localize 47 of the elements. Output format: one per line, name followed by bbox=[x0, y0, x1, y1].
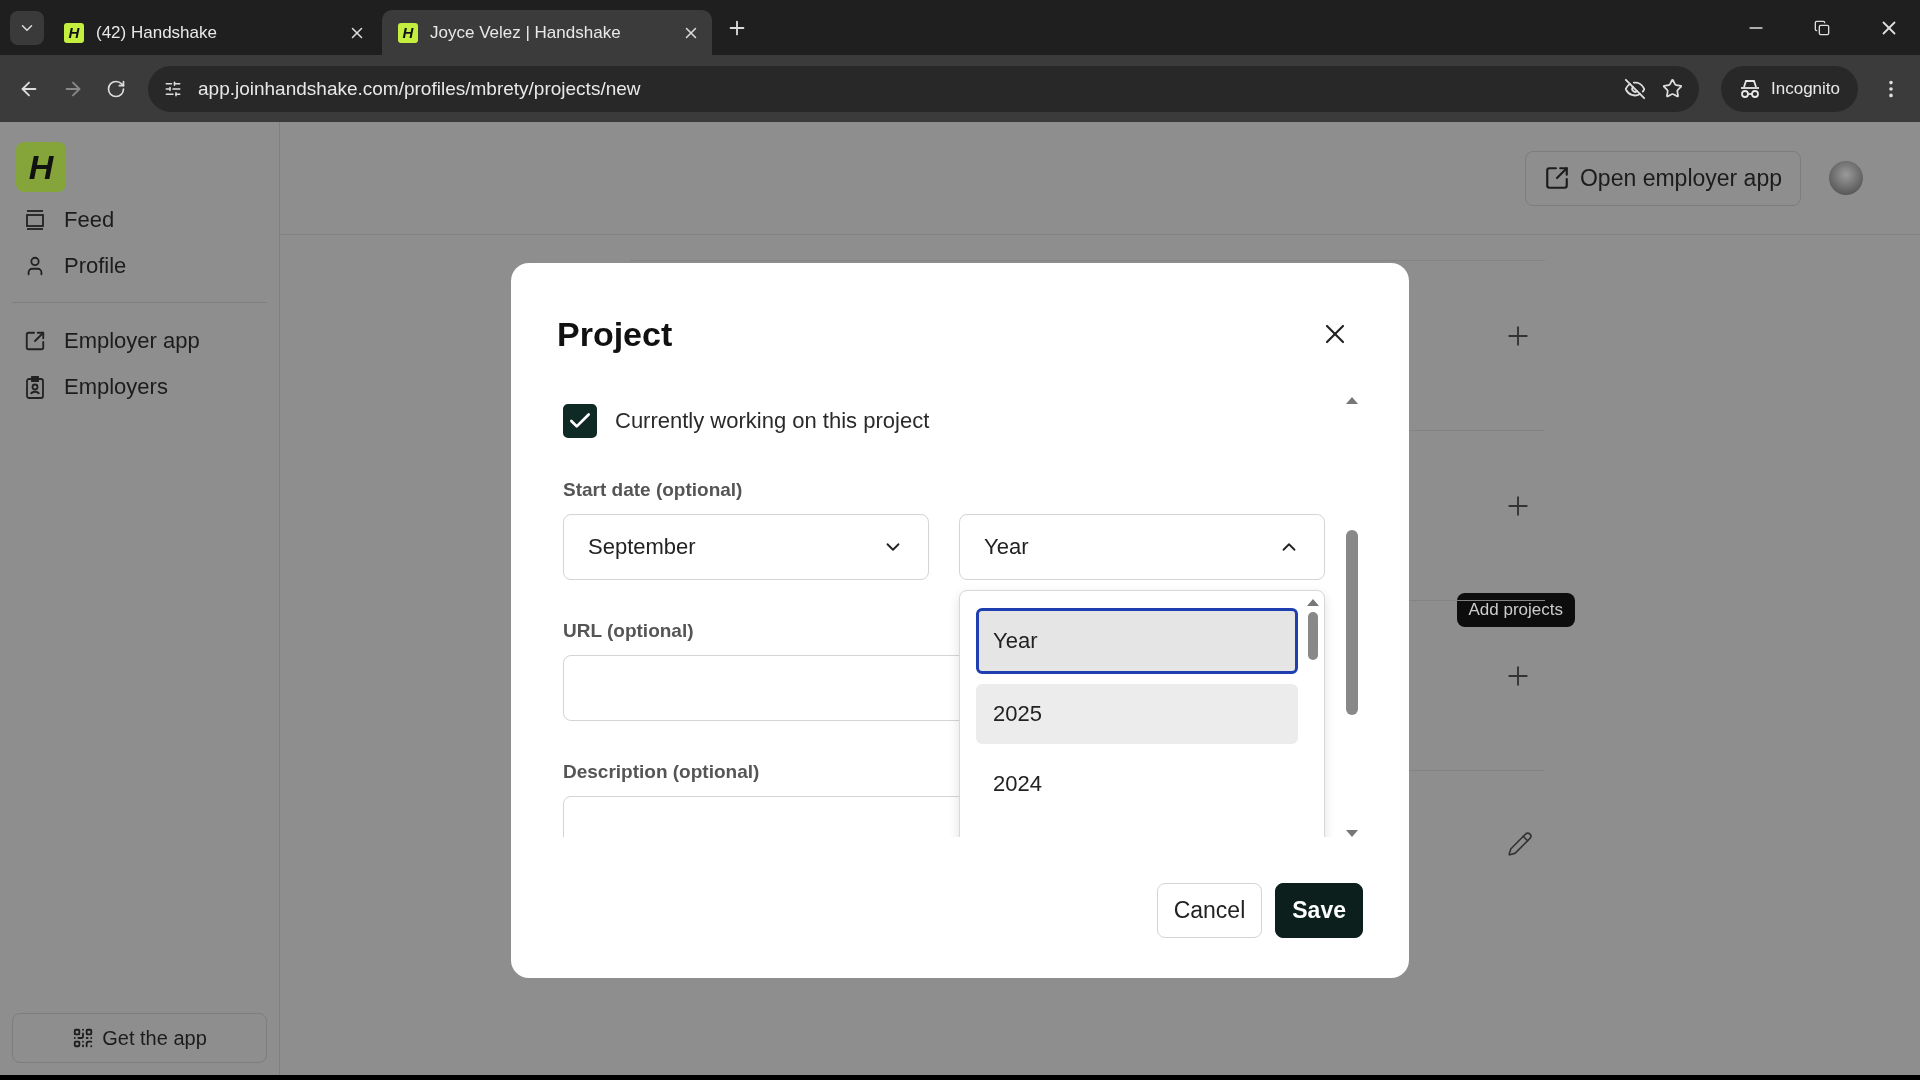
id-badge-icon bbox=[24, 375, 46, 399]
external-link-icon bbox=[24, 330, 46, 352]
sidebar-label: Employer app bbox=[64, 328, 200, 354]
sidebar-label: Profile bbox=[64, 253, 127, 279]
sidebar-item[interactable]: Employers bbox=[12, 367, 267, 407]
sidebar-label: Feed bbox=[64, 207, 115, 233]
url-text: app.joinhandshake.com/profiles/mbrety/projects/new bbox=[198, 77, 642, 100]
pencil-icon[interactable] bbox=[1507, 831, 1533, 857]
dropdown-option[interactable]: 2025 bbox=[976, 684, 1298, 744]
sidebar-item[interactable]: Profile bbox=[12, 246, 267, 286]
incognito-icon bbox=[1739, 78, 1761, 99]
site-info-icon[interactable] bbox=[164, 79, 182, 98]
favicon: H bbox=[64, 22, 84, 43]
feed-icon bbox=[24, 209, 46, 231]
sidebar-item[interactable]: Employer app bbox=[12, 321, 267, 361]
month-select[interactable]: September bbox=[563, 514, 929, 580]
bookmark-star-icon[interactable] bbox=[1662, 78, 1683, 99]
reload-icon[interactable] bbox=[106, 78, 126, 99]
favicon: H bbox=[398, 22, 418, 43]
external-link-icon bbox=[1544, 165, 1570, 191]
checkbox[interactable] bbox=[563, 404, 597, 438]
get-app-button[interactable]: Get the app bbox=[12, 1013, 267, 1063]
restore-icon[interactable] bbox=[1814, 19, 1830, 36]
field-label: URL (optional) bbox=[563, 620, 694, 642]
field-label: Description (optional) bbox=[563, 761, 760, 783]
open-employer-app-button[interactable]: Open employer app bbox=[1525, 150, 1801, 206]
eye-off-icon[interactable] bbox=[1624, 77, 1646, 100]
dialog-title: Project bbox=[557, 314, 673, 354]
qr-code-icon bbox=[72, 1027, 95, 1049]
tooltip: Add projects bbox=[1456, 593, 1575, 627]
browser-tab[interactable]: H Joyce Velez | Handshake bbox=[382, 10, 712, 55]
browser-tab[interactable]: H (42) Handshake bbox=[48, 10, 378, 55]
save-button[interactable]: Save bbox=[1275, 883, 1363, 938]
logo[interactable]: H bbox=[16, 142, 66, 192]
dropdown-option[interactable]: Year bbox=[976, 608, 1298, 674]
address-bar[interactable]: app.joinhandshake.com/profiles/mbrety/projects/new bbox=[148, 65, 1699, 112]
sidebar-label: Employers bbox=[64, 374, 168, 400]
incognito-label: Incognito bbox=[1771, 78, 1840, 99]
incognito-indicator[interactable]: Incognito bbox=[1721, 65, 1858, 112]
tab-title: Joyce Velez | Handshake bbox=[430, 22, 622, 43]
cancel-button[interactable]: Cancel bbox=[1156, 883, 1263, 938]
year-select[interactable]: Year bbox=[959, 514, 1325, 580]
tab-title: (42) Handshake bbox=[96, 22, 218, 43]
checkbox-label: Currently working on this project bbox=[615, 408, 930, 434]
tab-list-button[interactable] bbox=[10, 11, 44, 45]
field-label: Start date (optional) bbox=[563, 479, 743, 501]
sidebar-item[interactable]: Feed bbox=[12, 200, 267, 240]
